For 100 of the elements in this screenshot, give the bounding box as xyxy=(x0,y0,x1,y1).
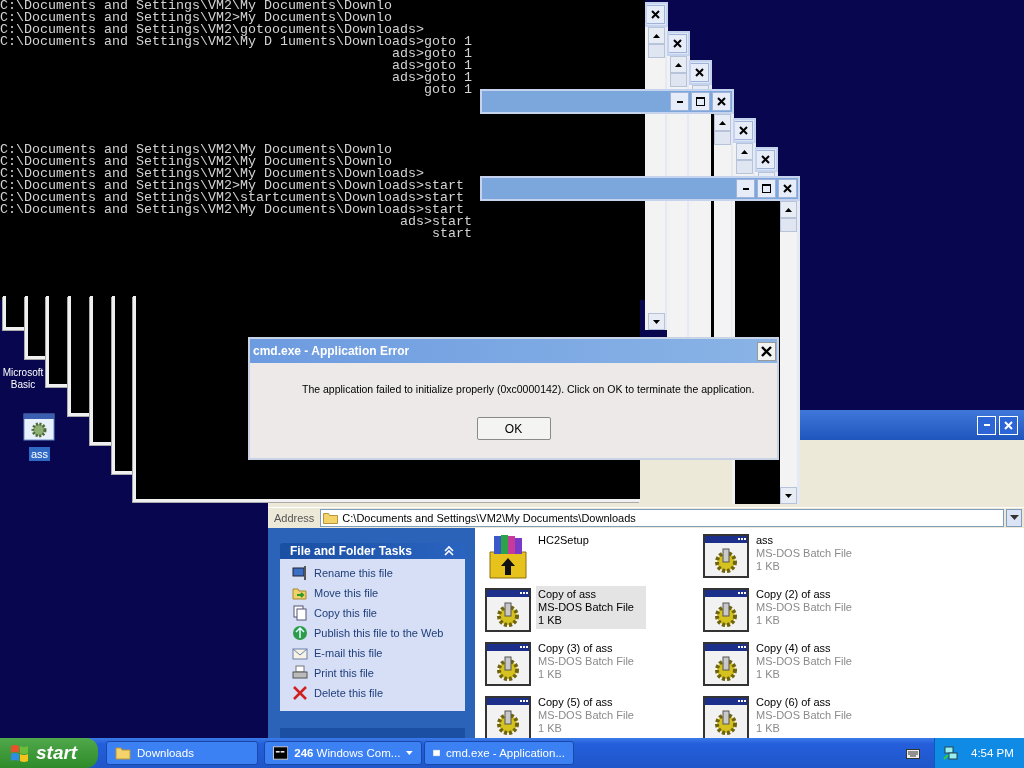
file-label[interactable]: ass MS-DOS Batch File 1 KB xyxy=(754,532,864,575)
console-line: C:\Documents and Settings\VM2\My D 1uments\Downloads>goto 1 xyxy=(0,36,472,48)
task-link[interactable]: Publish this file to the Web xyxy=(314,626,444,639)
console-line: C:\Documents and Settings\VM2\My Documents\Downloads> xyxy=(0,168,424,180)
console-line: C:\Documents and Settings\VM2\gotoocuments\Downloads> xyxy=(0,24,424,36)
taskbar-button[interactable]: cmd.exe - Application... xyxy=(424,741,574,765)
batch-file-icon[interactable] xyxy=(702,586,750,634)
minimize-button[interactable] xyxy=(736,179,755,198)
down-arrow-icon[interactable] xyxy=(785,493,792,498)
console-line: start xyxy=(431,228,472,240)
network-icon[interactable] xyxy=(943,745,959,761)
console-line: C:\Documents and Settings\VM2\My Documents\Downloads>start xyxy=(0,204,464,216)
cross-icon xyxy=(292,684,308,701)
dialog-title: cmd.exe - Application Error xyxy=(253,344,410,358)
task-link[interactable]: E-mail this file xyxy=(314,646,383,659)
up-arrow-icon[interactable] xyxy=(741,149,748,154)
console-line: C:\Documents and Settings\VM2\My Documents\Downlo xyxy=(0,0,393,12)
down-arrow-icon[interactable] xyxy=(653,319,660,324)
console-line: ads>goto 1 xyxy=(391,72,472,84)
maximize-button[interactable] xyxy=(691,92,710,111)
scroll-thumb[interactable] xyxy=(670,73,687,87)
console-line: goto 1 xyxy=(424,84,472,96)
console-line: C:\Documents and Settings\VM2>My Documents\Downlo xyxy=(0,12,392,24)
console-line: C:\Documents and Settings\VM2\My Documents\Downlo xyxy=(0,144,393,156)
window-icon xyxy=(433,746,441,760)
scroll-thumb[interactable] xyxy=(736,160,753,174)
file-label[interactable]: Copy (3) of ass MS-DOS Batch File 1 KB xyxy=(536,640,646,683)
printer-icon xyxy=(292,664,308,681)
close-icon xyxy=(783,184,792,193)
ok-button[interactable]: OK xyxy=(476,417,551,440)
flag-icon xyxy=(10,744,30,762)
pages-icon xyxy=(292,604,308,621)
taskbar-button[interactable]: 246 Windows Com... xyxy=(264,741,422,765)
panel-header[interactable]: File and Folder Tasks xyxy=(280,543,465,559)
console-line: C:\Documents and Settings\VM2\startcuments\Downloads>start xyxy=(0,192,465,204)
file-label[interactable]: Copy (5) of ass MS-DOS Batch File 1 KB xyxy=(536,694,646,737)
up-arrow-icon[interactable] xyxy=(785,207,792,212)
console-icon xyxy=(273,746,289,760)
close-button[interactable] xyxy=(778,179,797,198)
batch-file-icon[interactable] xyxy=(702,694,750,740)
close-icon xyxy=(761,345,772,357)
task-link[interactable]: Print this file xyxy=(314,666,374,679)
folder-icon xyxy=(115,746,131,760)
minimize-icon xyxy=(742,187,749,190)
console-line: C:\Documents and Settings\VM2>My Documents\Downloads>start xyxy=(0,180,465,192)
desktop-icon-label[interactable]: Microsoft Basic xyxy=(0,367,46,391)
file-label[interactable]: HC2Setup xyxy=(536,532,601,549)
close-icon xyxy=(695,68,704,77)
scroll-thumb[interactable] xyxy=(780,218,797,232)
file-label[interactable]: Copy (2) of ass MS-DOS Batch File 1 KB xyxy=(754,586,864,629)
file-label[interactable]: Copy (6) of ass MS-DOS Batch File 1 KB xyxy=(754,694,864,737)
close-icon xyxy=(739,126,748,135)
desktop-icon-label[interactable]: ass xyxy=(29,447,51,461)
caret-icon xyxy=(406,751,413,755)
maximize-icon xyxy=(696,97,705,106)
start-button[interactable]: start xyxy=(0,738,98,768)
keyboard-icon[interactable] xyxy=(906,747,920,759)
scroll-thumb[interactable] xyxy=(648,44,665,58)
error-message: The application failed to initialize properly (0xc0000142). Click on OK to terminate the application. xyxy=(302,383,755,395)
dropdown-button[interactable] xyxy=(1006,509,1022,527)
scroll-thumb[interactable] xyxy=(714,131,731,145)
close-button[interactable] xyxy=(757,341,776,361)
task-link[interactable]: Copy this file xyxy=(314,606,377,619)
console-line: ads>goto 1 xyxy=(392,48,472,60)
up-arrow-icon[interactable] xyxy=(653,33,660,38)
batch-file-icon[interactable] xyxy=(702,532,750,580)
console-line: ads>goto 1 xyxy=(391,60,472,72)
address-field[interactable]: C:\Documents and Settings\VM2\My Documents\Downloads xyxy=(320,509,1004,527)
collapse-icon xyxy=(443,544,455,557)
batch-file-icon[interactable] xyxy=(484,694,532,740)
maximize-icon xyxy=(762,184,771,193)
minimize-icon xyxy=(983,424,990,426)
folder-icon xyxy=(323,512,339,524)
minimize-icon xyxy=(676,100,683,103)
file-label[interactable]: Copy of ass MS-DOS Batch File 1 KB xyxy=(536,586,646,629)
close-icon xyxy=(651,10,660,19)
task-link[interactable]: Delete this file xyxy=(314,686,384,699)
address-label: Address xyxy=(273,512,316,524)
close-icon xyxy=(673,39,682,48)
taskbar-button[interactable]: Downloads xyxy=(106,741,258,765)
batch-file-icon[interactable] xyxy=(484,586,532,634)
task-link[interactable]: Move this file xyxy=(314,586,379,599)
minimize-button[interactable] xyxy=(670,92,689,111)
task-link[interactable]: Rename this file xyxy=(314,566,393,579)
console-line: ads>start xyxy=(399,216,472,228)
caret-icon xyxy=(1009,515,1019,521)
maximize-button[interactable] xyxy=(757,179,776,198)
clock: 4:54 PM xyxy=(971,747,1014,759)
file-label[interactable]: Copy (4) of ass MS-DOS Batch File 1 KB xyxy=(754,640,864,683)
batch-file-icon[interactable] xyxy=(702,640,750,688)
close-icon xyxy=(1004,420,1013,430)
console-line: C:\Documents and Settings\VM2\My Documents\Downlo xyxy=(0,156,392,168)
close-icon xyxy=(717,97,726,106)
up-arrow-icon[interactable] xyxy=(675,62,682,67)
close-icon xyxy=(761,155,770,164)
up-arrow-icon[interactable] xyxy=(719,120,726,125)
scrollbar[interactable] xyxy=(780,201,800,504)
batch-file-icon[interactable] xyxy=(484,640,532,688)
close-button[interactable] xyxy=(712,92,731,111)
batch-file-icon[interactable] xyxy=(23,413,55,441)
